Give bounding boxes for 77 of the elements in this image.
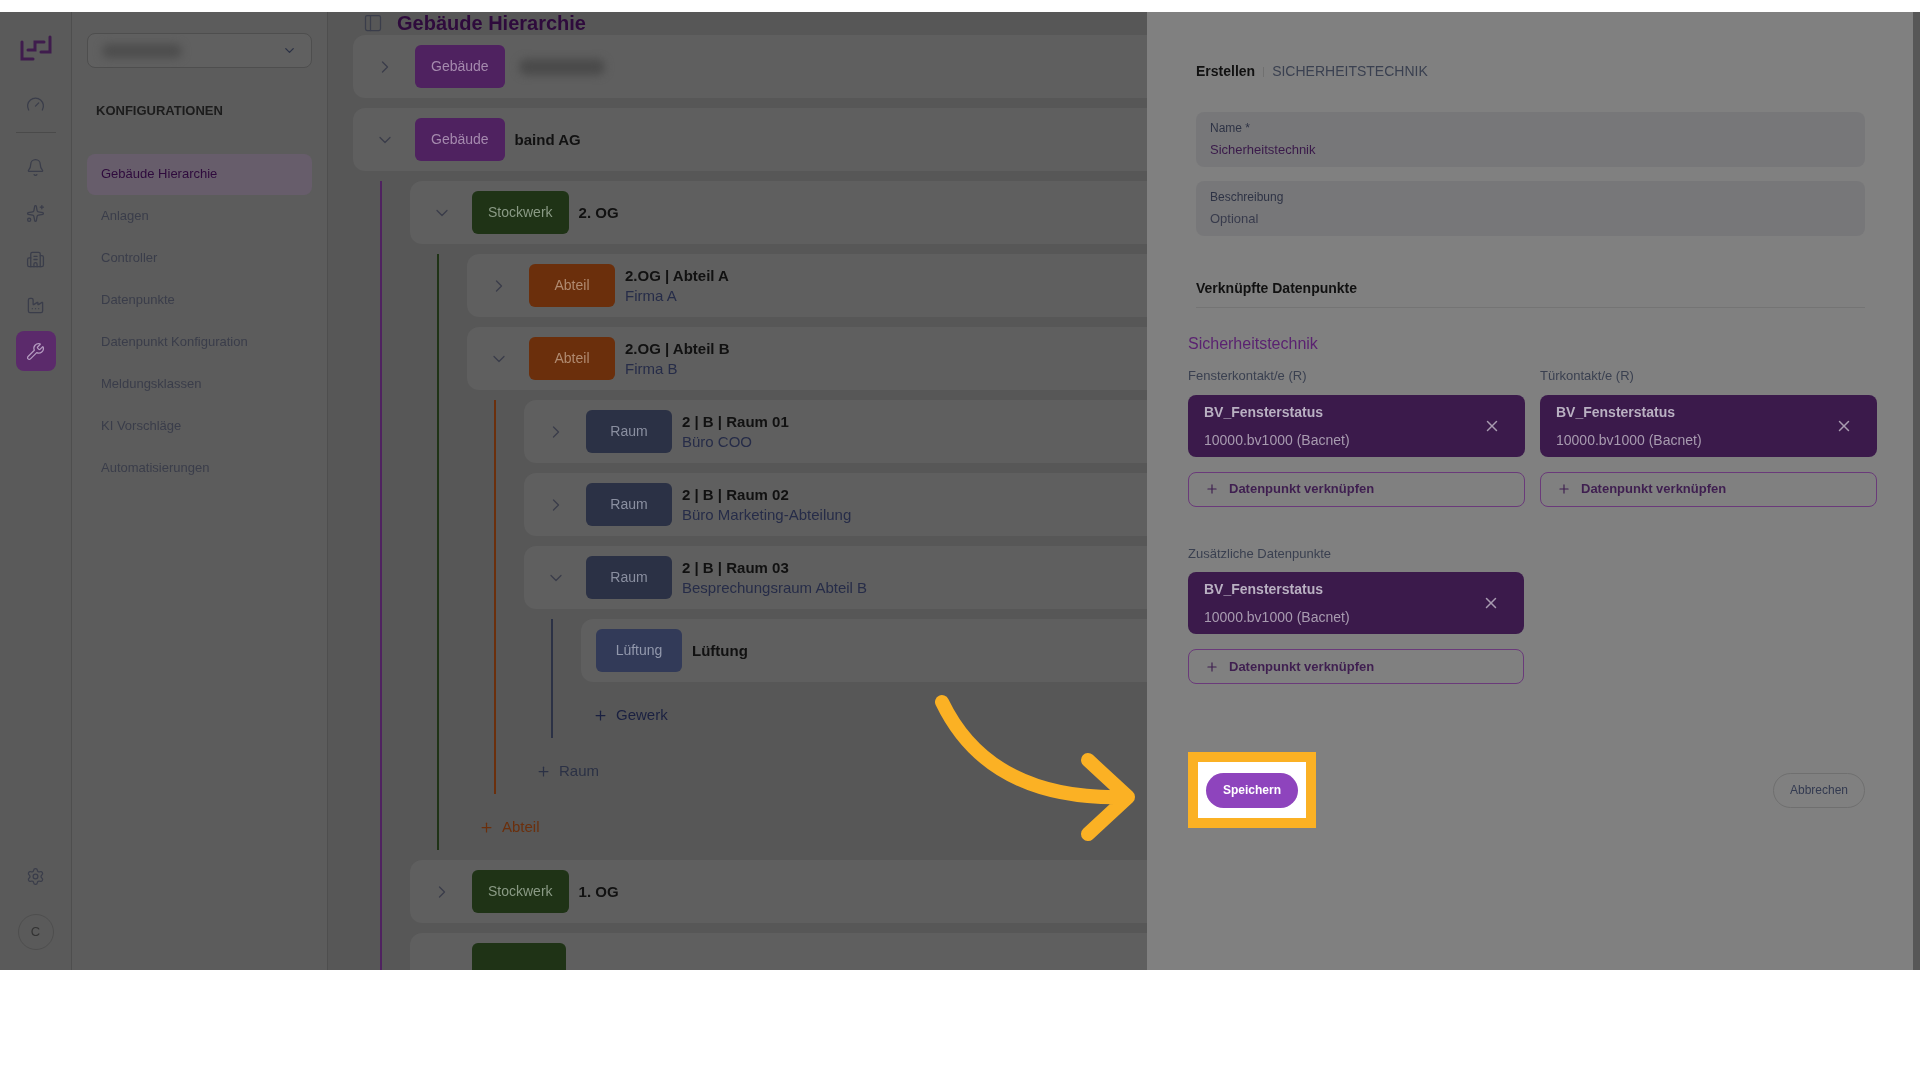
plus-icon (479, 819, 494, 835)
plus-icon (593, 707, 608, 723)
panel-icon (363, 13, 383, 33)
breadcrumb-action: Erstellen (1196, 62, 1256, 81)
slot-label: Zusätzliche Datenpunkte (1188, 544, 1333, 563)
type-badge: Stockwerk (472, 870, 569, 913)
type-badge: Abteil (529, 264, 615, 307)
datapoint-address: 10000.bv1000 (Bacnet) (1204, 430, 1351, 450)
datapoint-address: 10000.bv1000 (Bacnet) (1204, 608, 1351, 627)
node-subtitle: Büro COO (682, 431, 754, 452)
page-title: Gebäude Hierarchie (397, 12, 586, 34)
tree-node[interactable]: Gebäude baind AG (353, 108, 1147, 171)
nav-icon (26, 295, 45, 315)
node-subtitle: Firma B (625, 358, 679, 379)
nav-item[interactable]: Gebäude Hierarchie (87, 153, 312, 195)
text-field[interactable]: Beschreibung Optional (1196, 181, 1865, 236)
save-button[interactable]: Speichern (1206, 772, 1298, 808)
slot-label: Fensterkontakt/e (R) (1188, 367, 1308, 385)
plus-icon (1557, 482, 1571, 496)
type-badge: Lüftung (596, 629, 682, 672)
nav-heading: KONFIGURATIONEN (96, 102, 224, 120)
nav-icon (26, 203, 45, 223)
tree-node[interactable]: Stockwerk 2. OG (410, 181, 1147, 244)
settings-icon (26, 866, 45, 886)
rail-button[interactable] (15, 331, 56, 371)
nav-icon (26, 157, 45, 177)
node-subtitle: Besprechungsraum Abteil B (682, 577, 868, 598)
datapoint-name: BV_Fensterstatus (1556, 402, 1677, 422)
plus-icon (536, 763, 551, 779)
node-title: 2.OG | Abteil A (625, 265, 729, 286)
type-badge: Raum (586, 556, 672, 599)
link-datapoint-button[interactable]: Datenpunkt verknüpfen (1188, 649, 1524, 684)
field-input[interactable]: Optional (1210, 209, 1851, 229)
group-title: Sicherheitstechnik (1188, 334, 1319, 354)
field-label: Name * (1210, 120, 1251, 138)
type-badge: Stockwerk (472, 191, 569, 234)
add-button[interactable]: Gewerk (581, 695, 676, 735)
selector-dropdown[interactable] (87, 33, 312, 68)
plus-icon (1205, 659, 1219, 674)
plus-icon (1205, 482, 1219, 496)
slot-label: Türkontakt/e (R) (1540, 367, 1635, 385)
link-datapoint-button[interactable]: Datenpunkt verknüpfen (1188, 471, 1525, 507)
text-field[interactable]: Name * Sicherheitstechnik (1196, 112, 1865, 167)
nav-icon (26, 341, 45, 361)
node-title: 2. OG (578, 202, 619, 223)
breadcrumb-entity: SICHERHEITSTECHNIK (1272, 62, 1428, 81)
tree-node[interactable]: Abteil 2.OG | Abteil B Firma B (467, 327, 1147, 390)
link-datapoint-button[interactable]: Datenpunkt verknüpfen (1540, 471, 1877, 507)
section-heading: Verknüpfte Datenpunkte (1196, 278, 1865, 308)
node-title: Lüftung (692, 640, 748, 661)
type-badge: Raum (586, 410, 672, 453)
datapoint-address: 10000.bv1000 (Bacnet) (1556, 430, 1703, 450)
nav-icon (26, 249, 45, 269)
type-badge: Gebäude (415, 118, 505, 161)
node-title: 1. OG (578, 881, 619, 902)
node-title: 2.OG | Abteil B (625, 338, 730, 359)
field-label: Beschreibung (1210, 189, 1285, 207)
tree-node[interactable]: Raum 2 | B | Raum 02 Büro Marketing-Abteilung (524, 473, 1147, 536)
tree-node[interactable]: Raum 2 | B | Raum 01 Büro COO (524, 400, 1147, 463)
tree-node[interactable]: Abteil 2.OG | Abteil A Firma A (467, 254, 1147, 317)
node-subtitle: Büro Marketing-Abteilung (682, 504, 852, 525)
node-title: 2 | B | Raum 03 (682, 557, 790, 578)
datapoint-name: BV_Fensterstatus (1204, 402, 1325, 422)
field-input[interactable]: Sicherheitstechnik (1210, 140, 1851, 160)
type-badge: Gebäude (415, 45, 505, 88)
tree-node[interactable]: Raum 2 | B | Raum 03 Besprechungsraum Abteil B (524, 546, 1147, 609)
type-badge: Abteil (529, 337, 615, 380)
logo-icon (18, 34, 53, 64)
datapoint-name: BV_Fensterstatus (1204, 580, 1325, 599)
node-title: baind AG (514, 129, 581, 150)
node-subtitle: Firma A (625, 285, 678, 306)
node-title: 2 | B | Raum 02 (682, 484, 790, 505)
tree-node[interactable]: Lüftung Lüftung (581, 619, 1147, 682)
node-title: 2 | B | Raum 01 (682, 411, 789, 432)
type-badge: Raum (586, 483, 672, 526)
tree-node[interactable]: Gebäude (353, 35, 1147, 98)
tree-node[interactable]: Stockwerk 1. OG (410, 860, 1147, 923)
